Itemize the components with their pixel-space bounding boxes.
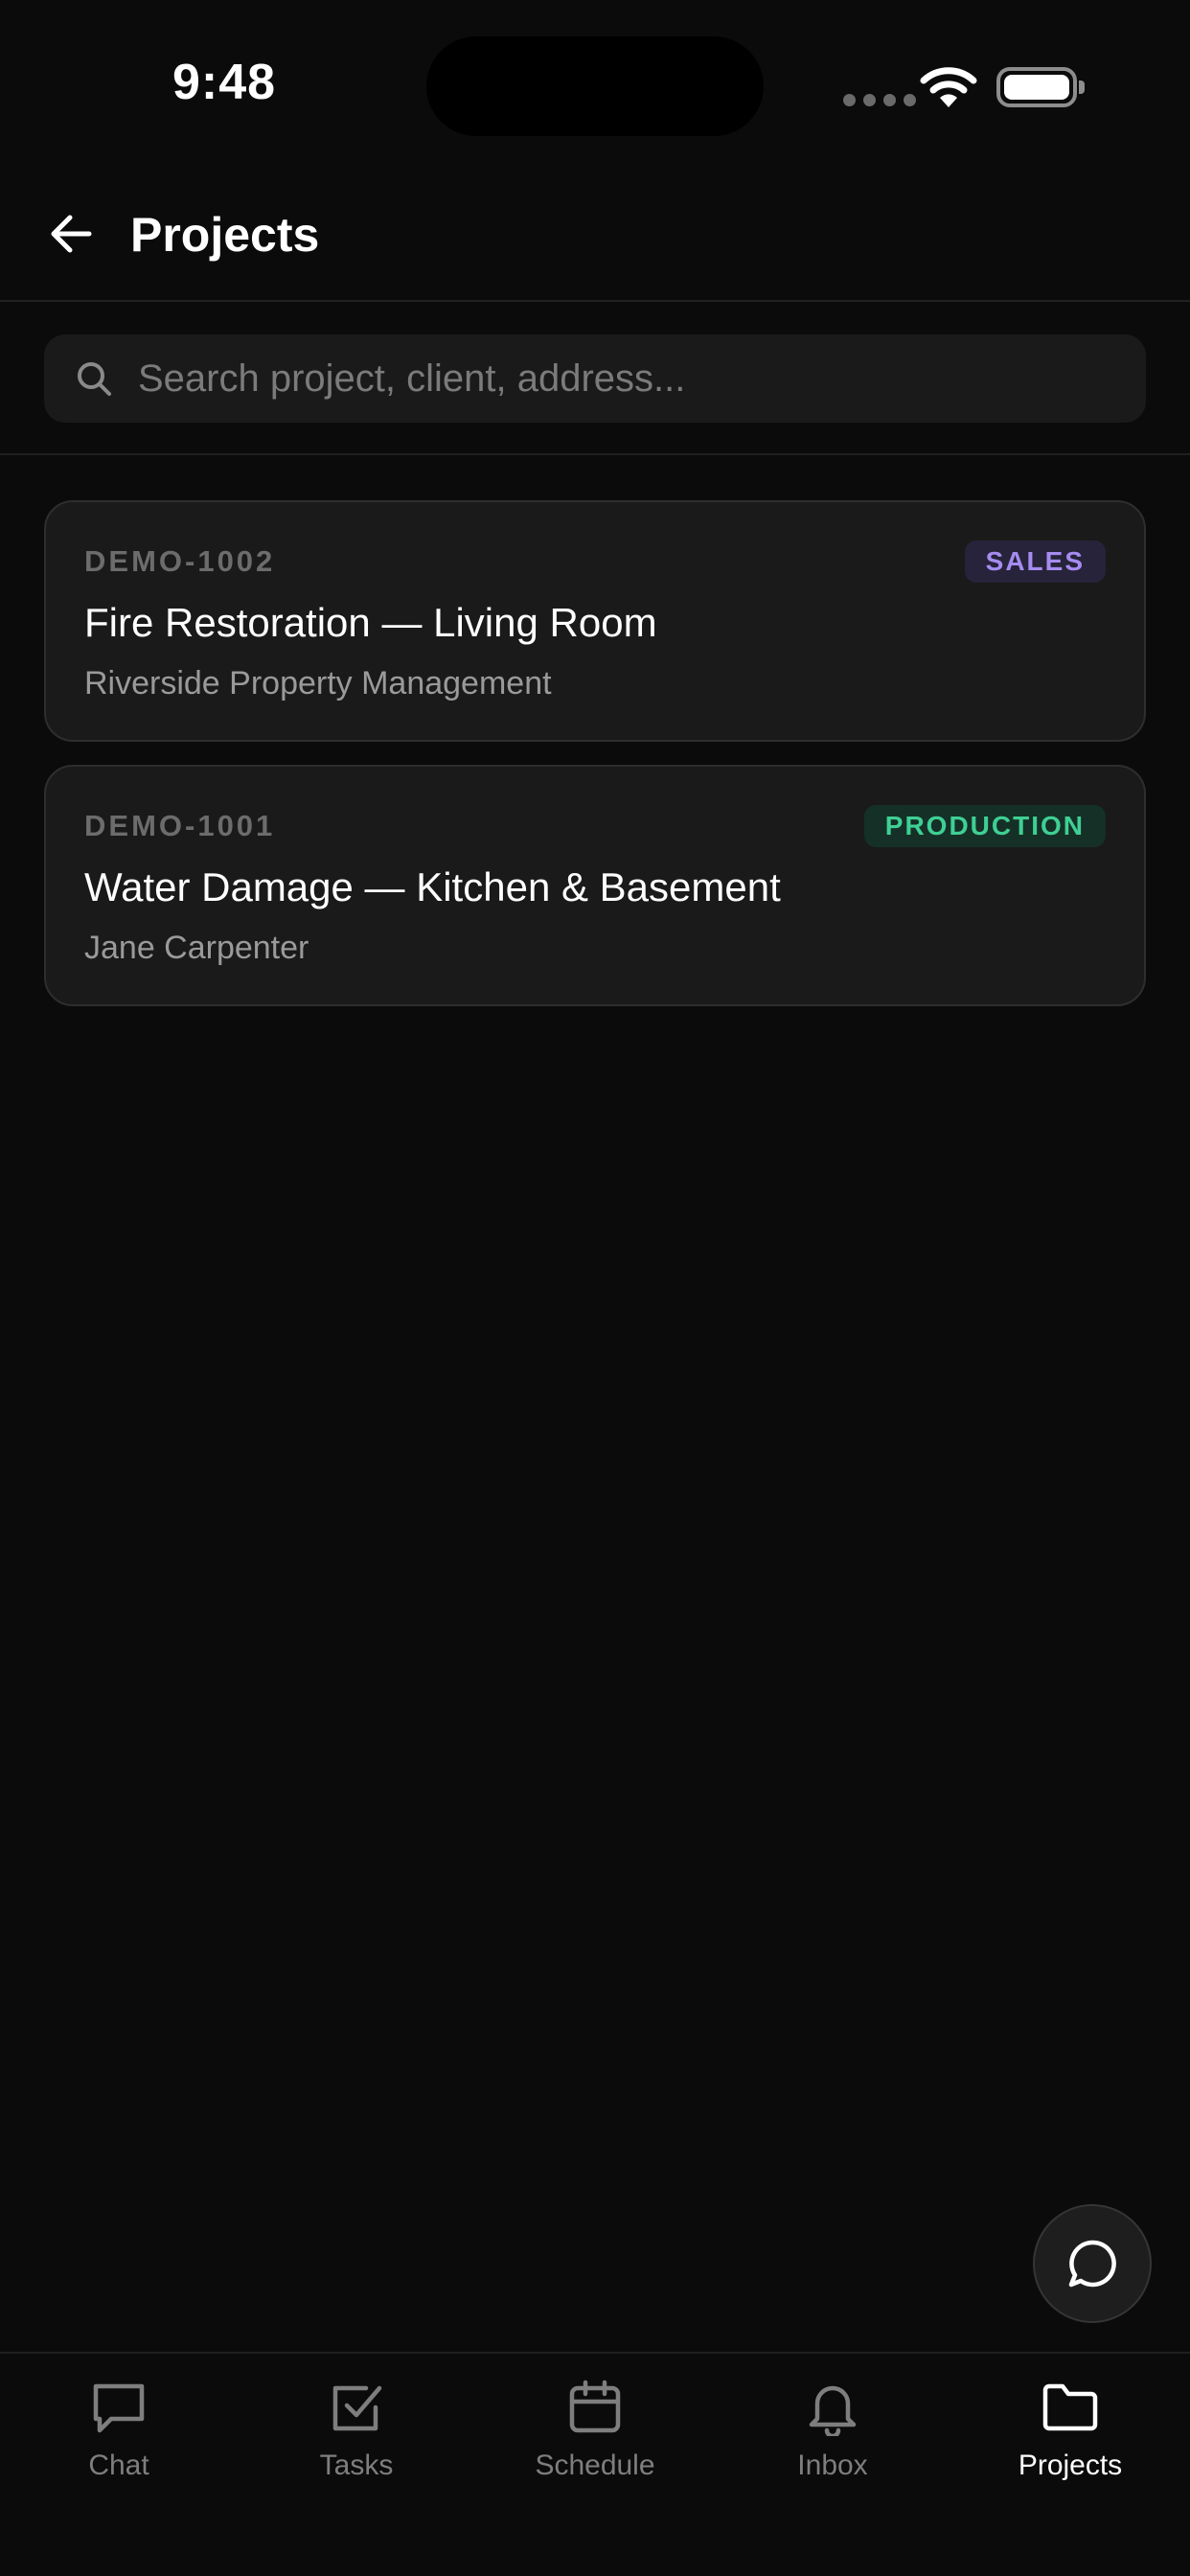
battery-cap	[1079, 80, 1085, 94]
cellular-signal-icon	[843, 94, 916, 106]
checkbox-icon	[326, 2377, 387, 2438]
tab-schedule[interactable]: Schedule	[499, 2377, 691, 2501]
status-time: 9:48	[172, 55, 277, 110]
search-input[interactable]	[138, 340, 1146, 417]
search-section	[0, 304, 1190, 455]
tab-inbox[interactable]: Inbox	[737, 2377, 928, 2501]
stage-badge: SALES	[964, 540, 1106, 583]
tab-bar: Chat Tasks Schedule Inbox Projects	[0, 2352, 1190, 2576]
calendar-icon	[564, 2377, 626, 2438]
chat-fab-button[interactable]	[1033, 2204, 1152, 2323]
message-circle-icon	[1068, 2240, 1116, 2288]
project-id: DEMO-1001	[84, 809, 276, 842]
search-box[interactable]	[44, 334, 1146, 423]
header: Projects	[0, 172, 1190, 302]
dynamic-island	[426, 36, 764, 136]
projects-screen: 9:48 Projects Search project, client, ad…	[0, 0, 1190, 2576]
tab-label: Projects	[1018, 2450, 1123, 2481]
tab-chat[interactable]: Chat	[23, 2377, 215, 2501]
tab-label: Chat	[88, 2450, 149, 2481]
project-card[interactable]: DEMO-1002 SALES Fire Restoration — Livin…	[44, 500, 1146, 742]
project-client: Jane Carpenter	[84, 930, 309, 966]
battery-icon	[996, 67, 1077, 107]
wifi-icon	[920, 67, 977, 107]
back-button[interactable]	[42, 205, 100, 263]
project-client: Riverside Property Management	[84, 665, 552, 702]
bell-icon	[802, 2377, 863, 2438]
stage-badge: PRODUCTION	[863, 805, 1106, 847]
chat-bubble-icon	[88, 2377, 149, 2438]
project-card[interactable]: DEMO-1001 PRODUCTION Water Damage — Kitc…	[44, 765, 1146, 1006]
tab-projects[interactable]: Projects	[974, 2377, 1166, 2501]
status-bar: 9:48	[0, 0, 1190, 172]
folder-icon	[1040, 2377, 1101, 2438]
tab-tasks[interactable]: Tasks	[261, 2377, 452, 2501]
project-id: DEMO-1002	[84, 544, 276, 578]
project-title: Water Damage — Kitchen & Basement	[84, 864, 781, 909]
project-title: Fire Restoration — Living Room	[84, 600, 657, 645]
tab-label: Schedule	[535, 2450, 655, 2481]
arrow-left-icon	[51, 215, 92, 253]
tab-label: Inbox	[797, 2450, 868, 2481]
search-icon	[73, 357, 115, 400]
tab-label: Tasks	[319, 2450, 394, 2481]
page-title: Projects	[130, 208, 320, 262]
